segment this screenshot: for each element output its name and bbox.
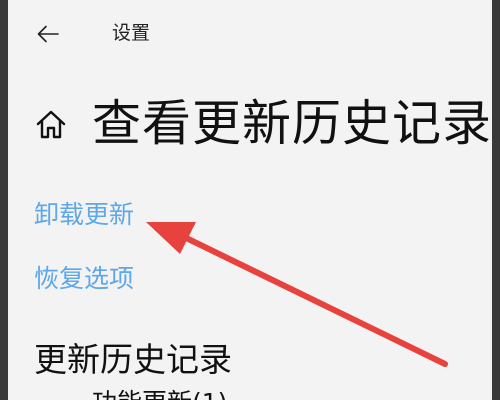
- history-list-item[interactable]: 功能更新(1): [92, 386, 227, 400]
- settings-window: 设置 查看更新历史记录 卸载更新 恢复选项 更新历史记录 功能更新(1): [8, 0, 492, 400]
- recovery-options-link[interactable]: 恢复选项: [34, 262, 134, 296]
- title-bar: 设置: [8, 0, 492, 66]
- update-history-heading: 更新历史记录: [34, 340, 232, 379]
- page-title: 查看更新历史记录: [92, 95, 492, 152]
- back-arrow-icon: [37, 25, 59, 43]
- home-icon: [36, 110, 66, 139]
- back-button[interactable]: [28, 14, 68, 54]
- window-title: 设置: [112, 22, 151, 44]
- uninstall-updates-link[interactable]: 卸载更新: [34, 198, 134, 232]
